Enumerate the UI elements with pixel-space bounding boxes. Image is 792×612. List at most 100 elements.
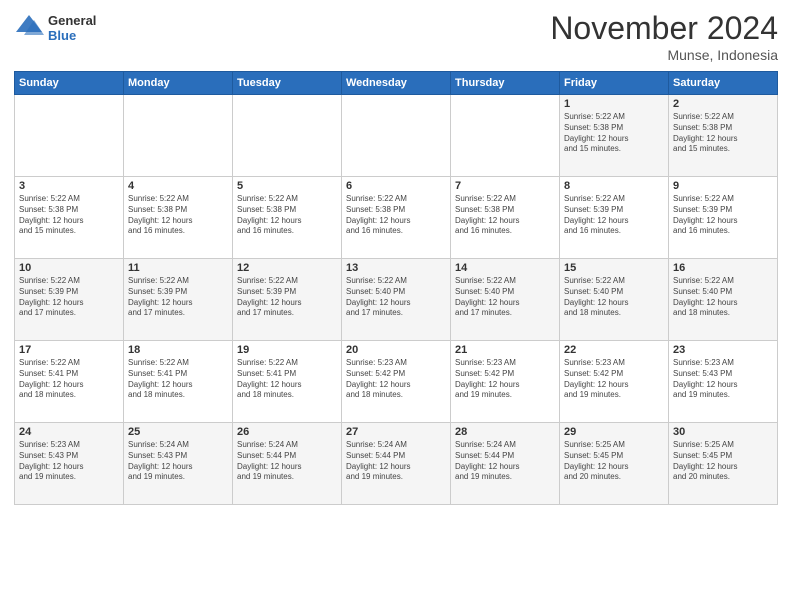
calendar-header-row: Sunday Monday Tuesday Wednesday Thursday…: [15, 72, 778, 95]
col-monday: Monday: [124, 72, 233, 95]
calendar-cell: 18 Sunrise: 5:22 AM Sunset: 5:41 PM Dayli…: [124, 341, 233, 423]
day-info: Sunrise: 5:22 AM Sunset: 5:38 PM Dayligh…: [564, 112, 664, 155]
day-number: 5: [237, 180, 337, 192]
calendar-cell: 7Sunrise: 5:22 AM Sunset: 5:38 PM Daylig…: [451, 177, 560, 259]
calendar-cell: 21Sunrise: 5:23 AM Sunset: 5:42 PM Dayli…: [451, 341, 560, 423]
calendar-cell: 23 Sunrise: 5:23 AM Sunset: 5:43 PM Dayli…: [669, 341, 778, 423]
day-number: 29: [564, 426, 664, 438]
day-number: 22: [564, 344, 664, 356]
header: General Blue November 2024 Munse, Indone…: [14, 10, 778, 63]
calendar-cell: 15 Sunrise: 5:22 AM Sunset: 5:40 PM Dayli…: [560, 259, 669, 341]
col-tuesday: Tuesday: [233, 72, 342, 95]
day-info: Sunrise: 5:22 AM Sunset: 5:39 PM Dayligh…: [237, 276, 337, 319]
col-saturday: Saturday: [669, 72, 778, 95]
col-friday: Friday: [560, 72, 669, 95]
day-number: 7: [455, 180, 555, 192]
day-info: Sunrise: 5:22 AM Sunset: 5:38 PM Dayligh…: [128, 194, 228, 237]
calendar-cell: [342, 95, 451, 177]
day-number: 4: [128, 180, 228, 192]
day-number: 26: [237, 426, 337, 438]
day-info: Sunrise: 5:22 AM Sunset: 5:40 PM Dayligh…: [455, 276, 555, 319]
calendar-cell: 22 Sunrise: 5:23 AM Sunset: 5:42 PM Dayli…: [560, 341, 669, 423]
day-number: 15: [564, 262, 664, 274]
calendar-cell: 4 Sunrise: 5:22 AM Sunset: 5:38 PM Daylig…: [124, 177, 233, 259]
day-number: 16: [673, 262, 773, 274]
day-info: Sunrise: 5:22 AM Sunset: 5:40 PM Dayligh…: [673, 276, 773, 319]
calendar-week-4: 17Sunrise: 5:22 AM Sunset: 5:41 PM Dayli…: [15, 341, 778, 423]
day-number: 27: [346, 426, 446, 438]
day-info: Sunrise: 5:22 AM Sunset: 5:41 PM Dayligh…: [19, 358, 119, 401]
day-number: 2: [673, 98, 773, 110]
calendar-cell: 13Sunrise: 5:22 AM Sunset: 5:40 PM Dayli…: [342, 259, 451, 341]
day-info: Sunrise: 5:24 AM Sunset: 5:44 PM Dayligh…: [346, 440, 446, 483]
day-number: 1: [564, 98, 664, 110]
calendar-cell: 2 Sunrise: 5:22 AM Sunset: 5:38 PM Daylig…: [669, 95, 778, 177]
calendar-week-5: 24Sunrise: 5:23 AM Sunset: 5:43 PM Dayli…: [15, 423, 778, 505]
calendar-cell: [233, 95, 342, 177]
day-number: 20: [346, 344, 446, 356]
day-number: 12: [237, 262, 337, 274]
day-info: Sunrise: 5:22 AM Sunset: 5:40 PM Dayligh…: [564, 276, 664, 319]
col-sunday: Sunday: [15, 72, 124, 95]
calendar-cell: 19 Sunrise: 5:22 AM Sunset: 5:41 PM Dayli…: [233, 341, 342, 423]
day-info: Sunrise: 5:22 AM Sunset: 5:38 PM Dayligh…: [673, 112, 773, 155]
day-info: Sunrise: 5:22 AM Sunset: 5:39 PM Dayligh…: [673, 194, 773, 237]
calendar-cell: 26 Sunrise: 5:24 AM Sunset: 5:44 PM Dayli…: [233, 423, 342, 505]
day-number: 3: [19, 180, 119, 192]
day-info: Sunrise: 5:25 AM Sunset: 5:45 PM Dayligh…: [673, 440, 773, 483]
col-thursday: Thursday: [451, 72, 560, 95]
calendar-cell: 10Sunrise: 5:22 AM Sunset: 5:39 PM Dayli…: [15, 259, 124, 341]
calendar-cell: 5 Sunrise: 5:22 AM Sunset: 5:38 PM Daylig…: [233, 177, 342, 259]
logo-blue: Blue: [48, 28, 96, 43]
calendar-week-2: 3 Sunrise: 5:22 AM Sunset: 5:38 PM Daylig…: [15, 177, 778, 259]
calendar-week-3: 10Sunrise: 5:22 AM Sunset: 5:39 PM Dayli…: [15, 259, 778, 341]
calendar-cell: 27 Sunrise: 5:24 AM Sunset: 5:44 PM Dayli…: [342, 423, 451, 505]
calendar-week-1: 1 Sunrise: 5:22 AM Sunset: 5:38 PM Daylig…: [15, 95, 778, 177]
day-info: Sunrise: 5:22 AM Sunset: 5:38 PM Dayligh…: [346, 194, 446, 237]
day-number: 23: [673, 344, 773, 356]
calendar-cell: [451, 95, 560, 177]
day-info: Sunrise: 5:24 AM Sunset: 5:44 PM Dayligh…: [237, 440, 337, 483]
title-block: November 2024 Munse, Indonesia: [550, 10, 778, 63]
day-info: Sunrise: 5:22 AM Sunset: 5:41 PM Dayligh…: [128, 358, 228, 401]
calendar-cell: [15, 95, 124, 177]
day-info: Sunrise: 5:24 AM Sunset: 5:43 PM Dayligh…: [128, 440, 228, 483]
calendar-cell: 11 Sunrise: 5:22 AM Sunset: 5:39 PM Dayli…: [124, 259, 233, 341]
calendar-cell: 28 Sunrise: 5:24 AM Sunset: 5:44 PM Dayli…: [451, 423, 560, 505]
location: Munse, Indonesia: [550, 47, 778, 63]
calendar-cell: 6 Sunrise: 5:22 AM Sunset: 5:38 PM Daylig…: [342, 177, 451, 259]
day-info: Sunrise: 5:22 AM Sunset: 5:40 PM Dayligh…: [346, 276, 446, 319]
day-number: 11: [128, 262, 228, 274]
day-info: Sunrise: 5:23 AM Sunset: 5:43 PM Dayligh…: [19, 440, 119, 483]
day-info: Sunrise: 5:23 AM Sunset: 5:43 PM Dayligh…: [673, 358, 773, 401]
day-info: Sunrise: 5:23 AM Sunset: 5:42 PM Dayligh…: [564, 358, 664, 401]
calendar-cell: 17Sunrise: 5:22 AM Sunset: 5:41 PM Dayli…: [15, 341, 124, 423]
calendar-cell: 20 Sunrise: 5:23 AM Sunset: 5:42 PM Dayli…: [342, 341, 451, 423]
calendar-cell: 29 Sunrise: 5:25 AM Sunset: 5:45 PM Dayli…: [560, 423, 669, 505]
day-number: 28: [455, 426, 555, 438]
day-number: 6: [346, 180, 446, 192]
day-number: 30: [673, 426, 773, 438]
month-title: November 2024: [550, 10, 778, 47]
day-number: 25: [128, 426, 228, 438]
day-info: Sunrise: 5:22 AM Sunset: 5:38 PM Dayligh…: [237, 194, 337, 237]
calendar-table: Sunday Monday Tuesday Wednesday Thursday…: [14, 71, 778, 505]
day-info: Sunrise: 5:23 AM Sunset: 5:42 PM Dayligh…: [346, 358, 446, 401]
calendar-cell: 24Sunrise: 5:23 AM Sunset: 5:43 PM Dayli…: [15, 423, 124, 505]
logo-general: General: [48, 13, 96, 28]
calendar-cell: 1 Sunrise: 5:22 AM Sunset: 5:38 PM Daylig…: [560, 95, 669, 177]
logo-text: General Blue: [14, 10, 96, 45]
day-info: Sunrise: 5:24 AM Sunset: 5:44 PM Dayligh…: [455, 440, 555, 483]
day-number: 9: [673, 180, 773, 192]
calendar-cell: 9 Sunrise: 5:22 AM Sunset: 5:39 PM Daylig…: [669, 177, 778, 259]
day-number: 8: [564, 180, 664, 192]
day-info: Sunrise: 5:22 AM Sunset: 5:39 PM Dayligh…: [19, 276, 119, 319]
day-info: Sunrise: 5:22 AM Sunset: 5:39 PM Dayligh…: [128, 276, 228, 319]
day-info: Sunrise: 5:25 AM Sunset: 5:45 PM Dayligh…: [564, 440, 664, 483]
day-info: Sunrise: 5:22 AM Sunset: 5:41 PM Dayligh…: [237, 358, 337, 401]
day-number: 14: [455, 262, 555, 274]
day-number: 19: [237, 344, 337, 356]
day-info: Sunrise: 5:23 AM Sunset: 5:42 PM Dayligh…: [455, 358, 555, 401]
day-number: 18: [128, 344, 228, 356]
calendar-cell: 8Sunrise: 5:22 AM Sunset: 5:39 PM Daylig…: [560, 177, 669, 259]
